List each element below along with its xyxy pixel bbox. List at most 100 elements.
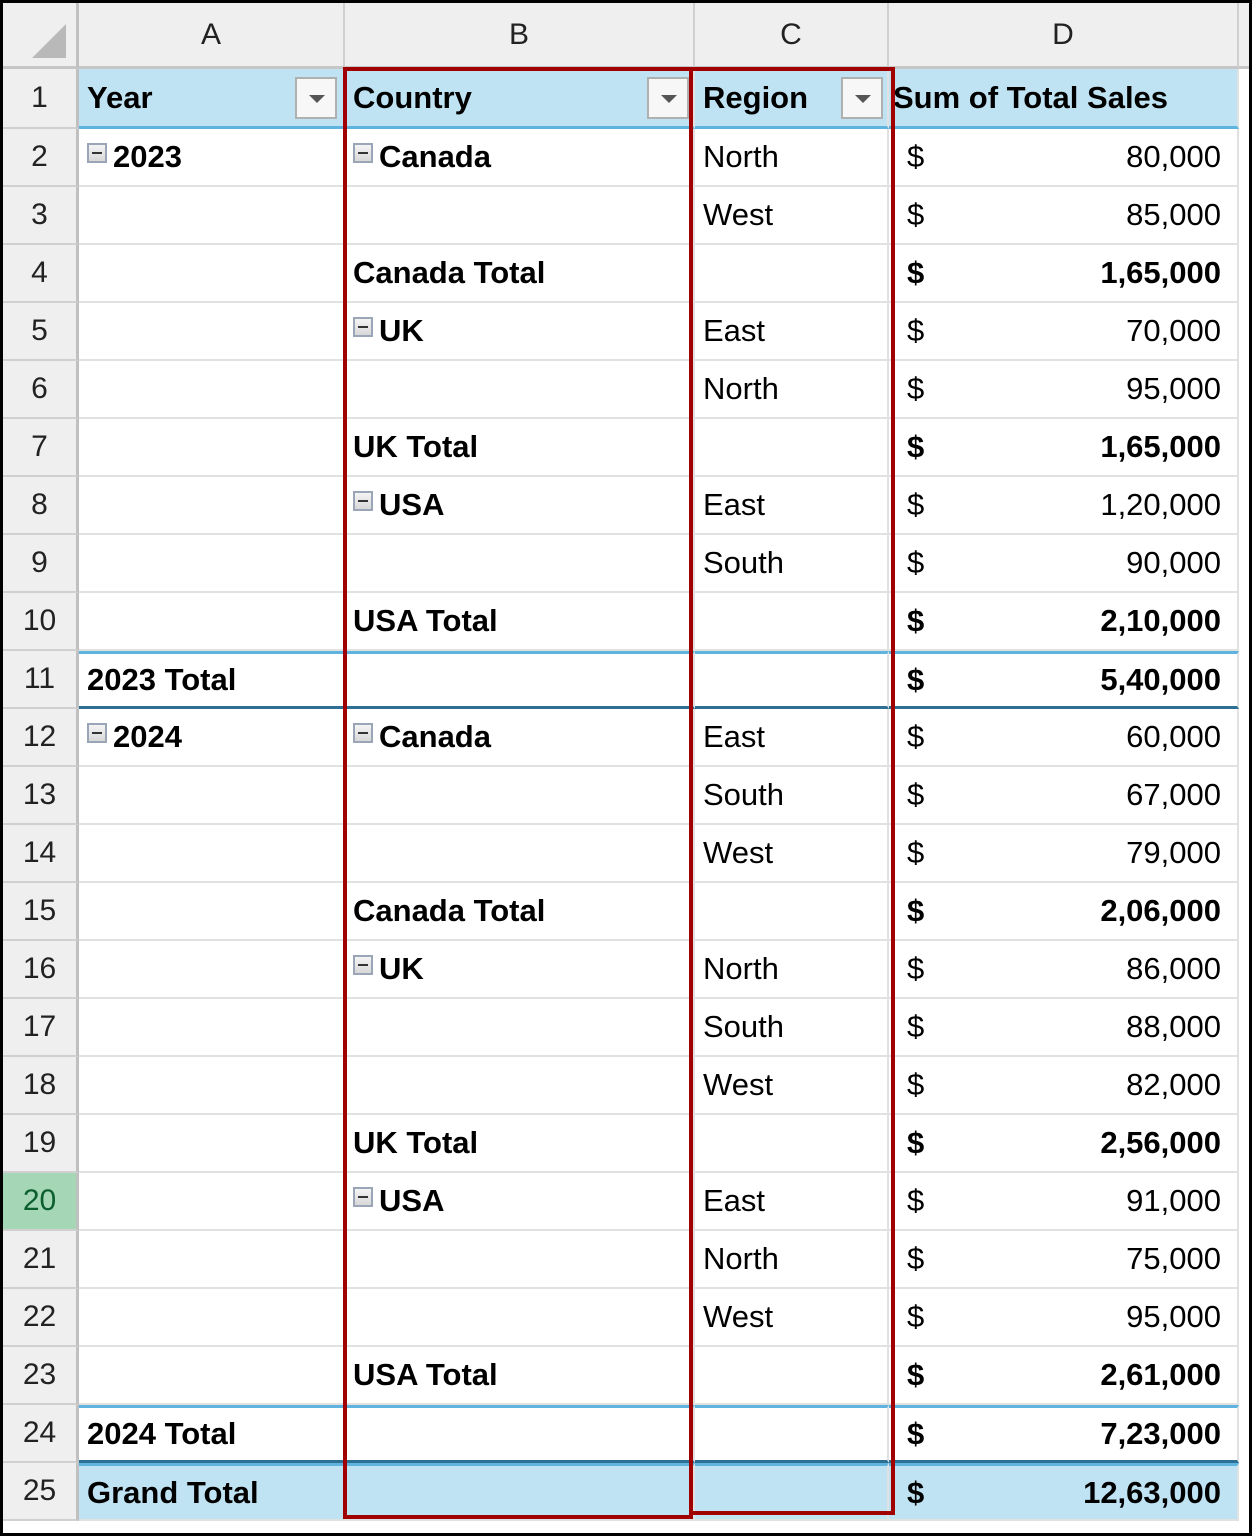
cell-c15[interactable] — [695, 883, 889, 941]
cell-d6[interactable]: $95,000 — [889, 361, 1239, 419]
cell-c9[interactable]: South — [695, 535, 889, 593]
row-header[interactable]: 14 — [3, 825, 79, 883]
cell-b24[interactable] — [345, 1405, 695, 1463]
cell-c4[interactable] — [695, 245, 889, 303]
row-header[interactable]: 18 — [3, 1057, 79, 1115]
cell-a9[interactable] — [79, 535, 345, 593]
row-header[interactable]: 4 — [3, 245, 79, 303]
row-header[interactable]: 11 — [3, 651, 79, 709]
collapse-minus-icon[interactable] — [353, 955, 373, 975]
cell-d7[interactable]: $1,65,000 — [889, 419, 1239, 477]
cell-a3[interactable] — [79, 187, 345, 245]
select-all-corner[interactable] — [3, 3, 79, 69]
cell-c10[interactable] — [695, 593, 889, 651]
cell-d24[interactable]: $7,23,000 — [889, 1405, 1239, 1463]
row-header[interactable]: 7 — [3, 419, 79, 477]
row-header[interactable]: 6 — [3, 361, 79, 419]
cell-b12[interactable]: Canada — [345, 709, 695, 767]
column-header-c[interactable]: C — [695, 3, 889, 69]
cell-a14[interactable] — [79, 825, 345, 883]
cell-d17[interactable]: $88,000 — [889, 999, 1239, 1057]
cell-a17[interactable] — [79, 999, 345, 1057]
cell-d10[interactable]: $2,10,000 — [889, 593, 1239, 651]
row-header[interactable]: 12 — [3, 709, 79, 767]
row-header[interactable]: 2 — [3, 129, 79, 187]
column-header-a[interactable]: A — [79, 3, 345, 69]
cell-d11[interactable]: $5,40,000 — [889, 651, 1239, 709]
cell-c21[interactable]: North — [695, 1231, 889, 1289]
cell-c17[interactable]: South — [695, 999, 889, 1057]
country-filter-dropdown-icon[interactable] — [647, 77, 689, 119]
cell-d23[interactable]: $2,61,000 — [889, 1347, 1239, 1405]
collapse-minus-icon[interactable] — [353, 723, 373, 743]
cell-a2[interactable]: 2023 — [79, 129, 345, 187]
cell-a13[interactable] — [79, 767, 345, 825]
cell-b9[interactable] — [345, 535, 695, 593]
cell-c20[interactable]: East — [695, 1173, 889, 1231]
cell-b2[interactable]: Canada — [345, 129, 695, 187]
row-header[interactable]: 8 — [3, 477, 79, 535]
cell-c3[interactable]: West — [695, 187, 889, 245]
column-header-d[interactable]: D — [889, 3, 1239, 69]
column-header-e[interactable] — [1239, 3, 1249, 69]
cell-a6[interactable] — [79, 361, 345, 419]
cell-c25[interactable] — [695, 1463, 889, 1521]
year-filter-dropdown-icon[interactable] — [295, 77, 337, 119]
cell-d12[interactable]: $60,000 — [889, 709, 1239, 767]
cell-d8[interactable]: $1,20,000 — [889, 477, 1239, 535]
row-header[interactable]: 23 — [3, 1347, 79, 1405]
cell-d4[interactable]: $1,65,000 — [889, 245, 1239, 303]
row-header[interactable]: 20 — [3, 1173, 79, 1231]
cell-d22[interactable]: $95,000 — [889, 1289, 1239, 1347]
cell-c22[interactable]: West — [695, 1289, 889, 1347]
cell-d13[interactable]: $67,000 — [889, 767, 1239, 825]
cell-b4[interactable]: Canada Total — [345, 245, 695, 303]
cell-d18[interactable]: $82,000 — [889, 1057, 1239, 1115]
row-header[interactable]: 9 — [3, 535, 79, 593]
row-header[interactable]: 22 — [3, 1289, 79, 1347]
cell-b13[interactable] — [345, 767, 695, 825]
cell-b5[interactable]: UK — [345, 303, 695, 361]
row-header[interactable]: 5 — [3, 303, 79, 361]
row-header[interactable]: 10 — [3, 593, 79, 651]
cell-a8[interactable] — [79, 477, 345, 535]
cell-a12[interactable]: 2024 — [79, 709, 345, 767]
cell-a11[interactable]: 2023 Total — [79, 651, 345, 709]
row-header[interactable]: 19 — [3, 1115, 79, 1173]
cell-d5[interactable]: $70,000 — [889, 303, 1239, 361]
cell-d3[interactable]: $85,000 — [889, 187, 1239, 245]
cell-c23[interactable] — [695, 1347, 889, 1405]
cell-c16[interactable]: North — [695, 941, 889, 999]
cell-a22[interactable] — [79, 1289, 345, 1347]
cell-a21[interactable] — [79, 1231, 345, 1289]
cell-b15[interactable]: Canada Total — [345, 883, 695, 941]
cell-d2[interactable]: $80,000 — [889, 129, 1239, 187]
cell-c19[interactable] — [695, 1115, 889, 1173]
cell-b3[interactable] — [345, 187, 695, 245]
cell-d14[interactable]: $79,000 — [889, 825, 1239, 883]
collapse-minus-icon[interactable] — [353, 491, 373, 511]
row-header[interactable]: 3 — [3, 187, 79, 245]
cell-a7[interactable] — [79, 419, 345, 477]
cell-b20[interactable]: USA — [345, 1173, 695, 1231]
row-header[interactable]: 21 — [3, 1231, 79, 1289]
cell-d25[interactable]: $12,63,000 — [889, 1463, 1239, 1521]
cell-a5[interactable] — [79, 303, 345, 361]
collapse-minus-icon[interactable] — [353, 143, 373, 163]
collapse-minus-icon[interactable] — [87, 723, 107, 743]
cell-b19[interactable]: UK Total — [345, 1115, 695, 1173]
cell-b21[interactable] — [345, 1231, 695, 1289]
cell-b7[interactable]: UK Total — [345, 419, 695, 477]
cell-a25[interactable]: Grand Total — [79, 1463, 345, 1521]
cell-a10[interactable] — [79, 593, 345, 651]
cell-c24[interactable] — [695, 1405, 889, 1463]
cell-c18[interactable]: West — [695, 1057, 889, 1115]
collapse-minus-icon[interactable] — [87, 143, 107, 163]
cell-d9[interactable]: $90,000 — [889, 535, 1239, 593]
cell-b6[interactable] — [345, 361, 695, 419]
cell-a19[interactable] — [79, 1115, 345, 1173]
cell-d16[interactable]: $86,000 — [889, 941, 1239, 999]
cell-b11[interactable] — [345, 651, 695, 709]
cell-b18[interactable] — [345, 1057, 695, 1115]
cell-b25[interactable] — [345, 1463, 695, 1521]
